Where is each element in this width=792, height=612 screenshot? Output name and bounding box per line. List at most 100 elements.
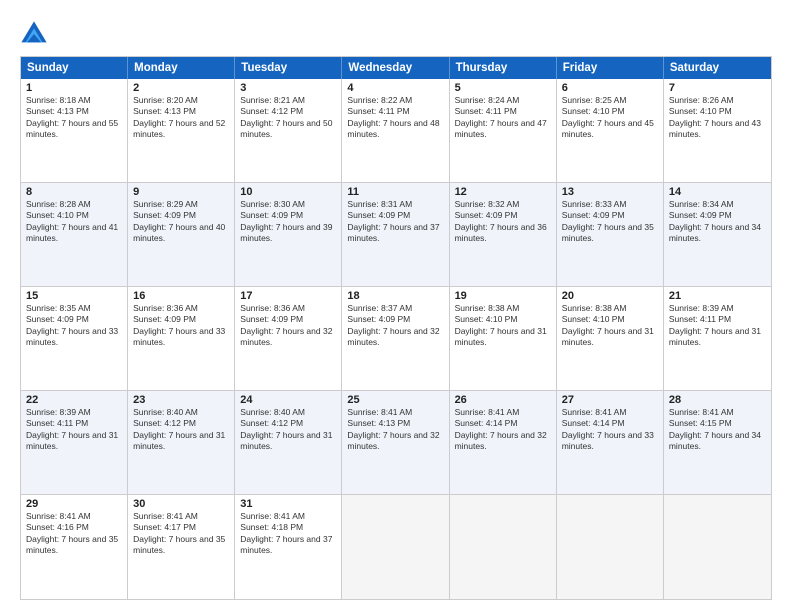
calendar-cell-20: 20Sunrise: 8:38 AM Sunset: 4:10 PM Dayli… bbox=[557, 287, 664, 390]
calendar: SundayMondayTuesdayWednesdayThursdayFrid… bbox=[20, 56, 772, 600]
calendar-cell-14: 14Sunrise: 8:34 AM Sunset: 4:09 PM Dayli… bbox=[664, 183, 771, 286]
cell-info: Sunrise: 8:33 AM Sunset: 4:09 PM Dayligh… bbox=[562, 199, 658, 245]
cell-info: Sunrise: 8:36 AM Sunset: 4:09 PM Dayligh… bbox=[240, 303, 336, 349]
cell-info: Sunrise: 8:40 AM Sunset: 4:12 PM Dayligh… bbox=[133, 407, 229, 453]
calendar-cell-2: 2Sunrise: 8:20 AM Sunset: 4:13 PM Daylig… bbox=[128, 79, 235, 182]
day-number: 10 bbox=[240, 186, 336, 198]
cal-header-cell-tuesday: Tuesday bbox=[235, 57, 342, 79]
day-number: 13 bbox=[562, 186, 658, 198]
day-number: 22 bbox=[26, 394, 122, 406]
cell-info: Sunrise: 8:41 AM Sunset: 4:18 PM Dayligh… bbox=[240, 511, 336, 557]
day-number: 26 bbox=[455, 394, 551, 406]
day-number: 20 bbox=[562, 290, 658, 302]
calendar-cell-18: 18Sunrise: 8:37 AM Sunset: 4:09 PM Dayli… bbox=[342, 287, 449, 390]
calendar-header: SundayMondayTuesdayWednesdayThursdayFrid… bbox=[21, 57, 771, 79]
calendar-cell-24: 24Sunrise: 8:40 AM Sunset: 4:12 PM Dayli… bbox=[235, 391, 342, 494]
cell-info: Sunrise: 8:21 AM Sunset: 4:12 PM Dayligh… bbox=[240, 95, 336, 141]
cell-info: Sunrise: 8:41 AM Sunset: 4:15 PM Dayligh… bbox=[669, 407, 766, 453]
day-number: 28 bbox=[669, 394, 766, 406]
cal-header-cell-sunday: Sunday bbox=[21, 57, 128, 79]
cal-header-cell-saturday: Saturday bbox=[664, 57, 771, 79]
cell-info: Sunrise: 8:40 AM Sunset: 4:12 PM Dayligh… bbox=[240, 407, 336, 453]
calendar-cell-21: 21Sunrise: 8:39 AM Sunset: 4:11 PM Dayli… bbox=[664, 287, 771, 390]
day-number: 21 bbox=[669, 290, 766, 302]
cell-info: Sunrise: 8:41 AM Sunset: 4:14 PM Dayligh… bbox=[455, 407, 551, 453]
day-number: 2 bbox=[133, 82, 229, 94]
calendar-cell-empty-4-3 bbox=[342, 495, 449, 599]
day-number: 14 bbox=[669, 186, 766, 198]
calendar-cell-25: 25Sunrise: 8:41 AM Sunset: 4:13 PM Dayli… bbox=[342, 391, 449, 494]
day-number: 31 bbox=[240, 498, 336, 510]
day-number: 11 bbox=[347, 186, 443, 198]
cell-info: Sunrise: 8:30 AM Sunset: 4:09 PM Dayligh… bbox=[240, 199, 336, 245]
cell-info: Sunrise: 8:26 AM Sunset: 4:10 PM Dayligh… bbox=[669, 95, 766, 141]
calendar-cell-22: 22Sunrise: 8:39 AM Sunset: 4:11 PM Dayli… bbox=[21, 391, 128, 494]
day-number: 5 bbox=[455, 82, 551, 94]
calendar-week-4: 29Sunrise: 8:41 AM Sunset: 4:16 PM Dayli… bbox=[21, 495, 771, 599]
calendar-cell-1: 1Sunrise: 8:18 AM Sunset: 4:13 PM Daylig… bbox=[21, 79, 128, 182]
day-number: 4 bbox=[347, 82, 443, 94]
page: SundayMondayTuesdayWednesdayThursdayFrid… bbox=[0, 0, 792, 612]
cell-info: Sunrise: 8:34 AM Sunset: 4:09 PM Dayligh… bbox=[669, 199, 766, 245]
cell-info: Sunrise: 8:41 AM Sunset: 4:17 PM Dayligh… bbox=[133, 511, 229, 557]
calendar-week-3: 22Sunrise: 8:39 AM Sunset: 4:11 PM Dayli… bbox=[21, 391, 771, 495]
day-number: 7 bbox=[669, 82, 766, 94]
calendar-cell-12: 12Sunrise: 8:32 AM Sunset: 4:09 PM Dayli… bbox=[450, 183, 557, 286]
cal-header-cell-thursday: Thursday bbox=[450, 57, 557, 79]
calendar-cell-11: 11Sunrise: 8:31 AM Sunset: 4:09 PM Dayli… bbox=[342, 183, 449, 286]
day-number: 16 bbox=[133, 290, 229, 302]
cell-info: Sunrise: 8:36 AM Sunset: 4:09 PM Dayligh… bbox=[133, 303, 229, 349]
day-number: 18 bbox=[347, 290, 443, 302]
day-number: 19 bbox=[455, 290, 551, 302]
day-number: 25 bbox=[347, 394, 443, 406]
cell-info: Sunrise: 8:18 AM Sunset: 4:13 PM Dayligh… bbox=[26, 95, 122, 141]
header bbox=[20, 16, 772, 48]
calendar-cell-23: 23Sunrise: 8:40 AM Sunset: 4:12 PM Dayli… bbox=[128, 391, 235, 494]
calendar-cell-29: 29Sunrise: 8:41 AM Sunset: 4:16 PM Dayli… bbox=[21, 495, 128, 599]
day-number: 1 bbox=[26, 82, 122, 94]
cell-info: Sunrise: 8:28 AM Sunset: 4:10 PM Dayligh… bbox=[26, 199, 122, 245]
cal-header-cell-friday: Friday bbox=[557, 57, 664, 79]
day-number: 12 bbox=[455, 186, 551, 198]
cal-header-cell-wednesday: Wednesday bbox=[342, 57, 449, 79]
cell-info: Sunrise: 8:39 AM Sunset: 4:11 PM Dayligh… bbox=[669, 303, 766, 349]
cell-info: Sunrise: 8:38 AM Sunset: 4:10 PM Dayligh… bbox=[562, 303, 658, 349]
logo-icon bbox=[20, 20, 48, 48]
day-number: 3 bbox=[240, 82, 336, 94]
day-number: 15 bbox=[26, 290, 122, 302]
calendar-cell-10: 10Sunrise: 8:30 AM Sunset: 4:09 PM Dayli… bbox=[235, 183, 342, 286]
cell-info: Sunrise: 8:35 AM Sunset: 4:09 PM Dayligh… bbox=[26, 303, 122, 349]
calendar-cell-13: 13Sunrise: 8:33 AM Sunset: 4:09 PM Dayli… bbox=[557, 183, 664, 286]
calendar-cell-8: 8Sunrise: 8:28 AM Sunset: 4:10 PM Daylig… bbox=[21, 183, 128, 286]
calendar-cell-16: 16Sunrise: 8:36 AM Sunset: 4:09 PM Dayli… bbox=[128, 287, 235, 390]
calendar-body: 1Sunrise: 8:18 AM Sunset: 4:13 PM Daylig… bbox=[21, 79, 771, 599]
calendar-cell-9: 9Sunrise: 8:29 AM Sunset: 4:09 PM Daylig… bbox=[128, 183, 235, 286]
calendar-cell-19: 19Sunrise: 8:38 AM Sunset: 4:10 PM Dayli… bbox=[450, 287, 557, 390]
day-number: 24 bbox=[240, 394, 336, 406]
day-number: 17 bbox=[240, 290, 336, 302]
day-number: 8 bbox=[26, 186, 122, 198]
cell-info: Sunrise: 8:32 AM Sunset: 4:09 PM Dayligh… bbox=[455, 199, 551, 245]
cell-info: Sunrise: 8:25 AM Sunset: 4:10 PM Dayligh… bbox=[562, 95, 658, 141]
calendar-cell-30: 30Sunrise: 8:41 AM Sunset: 4:17 PM Dayli… bbox=[128, 495, 235, 599]
calendar-week-1: 8Sunrise: 8:28 AM Sunset: 4:10 PM Daylig… bbox=[21, 183, 771, 287]
calendar-cell-3: 3Sunrise: 8:21 AM Sunset: 4:12 PM Daylig… bbox=[235, 79, 342, 182]
calendar-cell-27: 27Sunrise: 8:41 AM Sunset: 4:14 PM Dayli… bbox=[557, 391, 664, 494]
calendar-cell-28: 28Sunrise: 8:41 AM Sunset: 4:15 PM Dayli… bbox=[664, 391, 771, 494]
cal-header-cell-monday: Monday bbox=[128, 57, 235, 79]
cell-info: Sunrise: 8:41 AM Sunset: 4:13 PM Dayligh… bbox=[347, 407, 443, 453]
cell-info: Sunrise: 8:41 AM Sunset: 4:14 PM Dayligh… bbox=[562, 407, 658, 453]
cell-info: Sunrise: 8:24 AM Sunset: 4:11 PM Dayligh… bbox=[455, 95, 551, 141]
cell-info: Sunrise: 8:38 AM Sunset: 4:10 PM Dayligh… bbox=[455, 303, 551, 349]
calendar-week-2: 15Sunrise: 8:35 AM Sunset: 4:09 PM Dayli… bbox=[21, 287, 771, 391]
day-number: 6 bbox=[562, 82, 658, 94]
cell-info: Sunrise: 8:20 AM Sunset: 4:13 PM Dayligh… bbox=[133, 95, 229, 141]
calendar-cell-empty-4-4 bbox=[450, 495, 557, 599]
calendar-cell-empty-4-5 bbox=[557, 495, 664, 599]
cell-info: Sunrise: 8:37 AM Sunset: 4:09 PM Dayligh… bbox=[347, 303, 443, 349]
calendar-cell-15: 15Sunrise: 8:35 AM Sunset: 4:09 PM Dayli… bbox=[21, 287, 128, 390]
cell-info: Sunrise: 8:22 AM Sunset: 4:11 PM Dayligh… bbox=[347, 95, 443, 141]
day-number: 29 bbox=[26, 498, 122, 510]
day-number: 9 bbox=[133, 186, 229, 198]
calendar-cell-7: 7Sunrise: 8:26 AM Sunset: 4:10 PM Daylig… bbox=[664, 79, 771, 182]
